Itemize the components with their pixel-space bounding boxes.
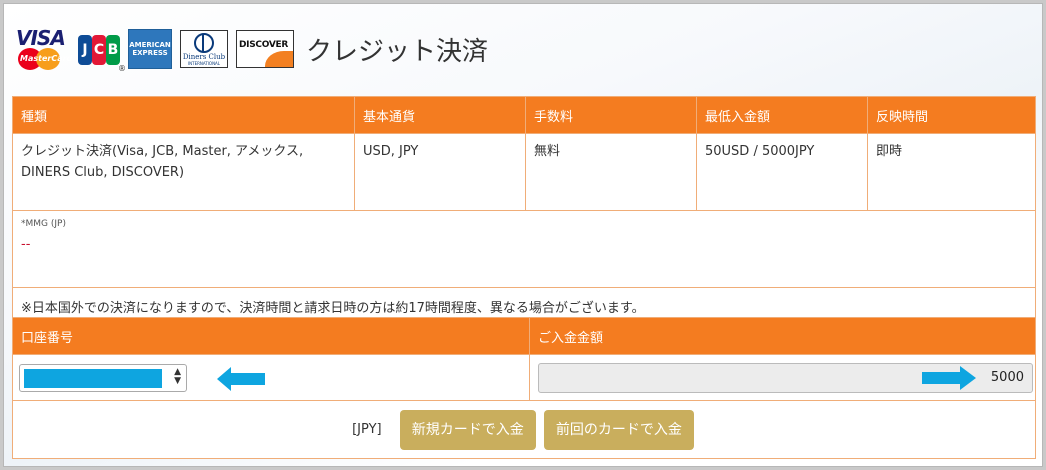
- table-header-row: 種類 基本通貨 手数料 最低入金額 反映時間: [12, 96, 1036, 134]
- account-number-header: 口座番号: [12, 317, 530, 355]
- form-header-row: 口座番号 ご入金金額: [12, 317, 1036, 355]
- table-row: クレジット決済(Visa, JCB, Master, アメックス, DINERS…: [12, 133, 1036, 211]
- mmg-value: --: [21, 237, 31, 252]
- visa-logo-text: VISA: [16, 26, 66, 50]
- arrow-left-icon: [217, 367, 265, 391]
- header-minimum: 最低入金額: [696, 96, 868, 134]
- cell-fee: 無料: [525, 133, 697, 211]
- page-frame: VISA MasterCard J C B ® AMERICAN EXPRESS…: [3, 3, 1043, 467]
- currency-label: [JPY]: [352, 422, 382, 437]
- header-fee: 手数料: [525, 96, 697, 134]
- discover-logo: DISCOVER: [236, 30, 294, 68]
- mastercard-logo: MasterCard: [18, 48, 72, 70]
- account-number-select[interactable]: ▲ ▼: [19, 364, 187, 392]
- deposit-amount-value: 5000: [990, 370, 1024, 385]
- form-input-row: ▲ ▼ 5000: [12, 354, 1036, 401]
- header-time: 反映時間: [867, 96, 1036, 134]
- arrow-right-icon: [922, 366, 976, 390]
- account-number-redacted: [24, 369, 162, 388]
- page-title: クレジット決済: [306, 36, 489, 67]
- form-button-row: [JPY] 新規カードで入金 前回のカードで入金: [12, 400, 1036, 459]
- cell-minimum: 50USD / 5000JPY: [696, 133, 868, 211]
- deposit-form-table: 口座番号 ご入金金額 ▲ ▼ 5000 [JPY] 新規カードで入金 前回のカー…: [12, 317, 1036, 459]
- diners-club-logo: Diners Club INTERNATIONAL: [180, 30, 228, 68]
- visa-mastercard-logo: VISA MasterCard: [14, 26, 72, 72]
- header-currency: 基本通貨: [354, 96, 526, 134]
- previous-card-deposit-button[interactable]: 前回のカードで入金: [543, 409, 694, 450]
- select-updown-icon: ▲ ▼: [174, 367, 181, 386]
- mmg-row: *MMG (JP) --: [12, 210, 1036, 288]
- new-card-deposit-button[interactable]: 新規カードで入金: [399, 409, 536, 450]
- cell-type: クレジット決済(Visa, JCB, Master, アメックス, DINERS…: [12, 133, 355, 211]
- deposit-amount-input[interactable]: 5000: [538, 363, 1033, 393]
- amex-logo: AMERICAN EXPRESS: [128, 29, 172, 69]
- payment-info-table: 種類 基本通貨 手数料 最低入金額 反映時間 クレジット決済(Visa, JCB…: [12, 96, 1036, 325]
- mmg-label: *MMG (JP): [21, 219, 66, 229]
- cell-currency: USD, JPY: [354, 133, 526, 211]
- mastercard-logo-text: MasterCard: [20, 54, 73, 63]
- page-header: VISA MasterCard J C B ® AMERICAN EXPRESS…: [14, 26, 489, 73]
- deposit-amount-header: ご入金金額: [529, 317, 1036, 355]
- jcb-logo: J C B ®: [78, 35, 126, 73]
- header-type: 種類: [12, 96, 355, 134]
- cell-time: 即時: [867, 133, 1036, 211]
